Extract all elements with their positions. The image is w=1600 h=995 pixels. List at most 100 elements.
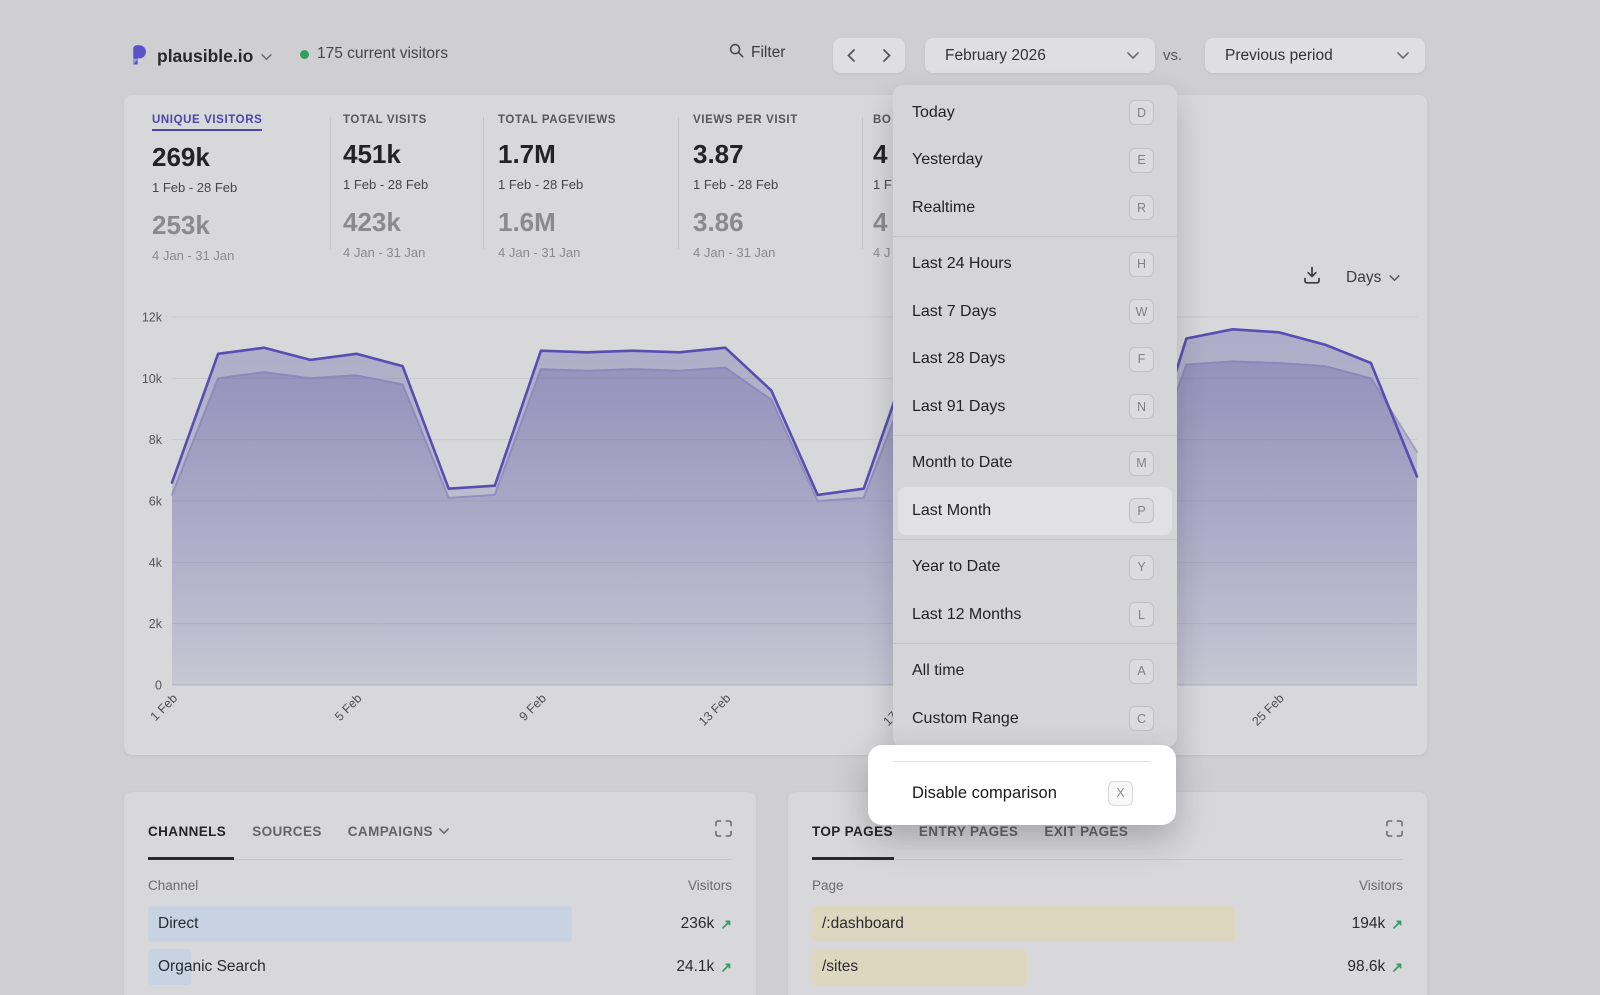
row-value-text: 24.1k — [676, 958, 714, 976]
shortcut-key-badge: A — [1129, 659, 1154, 684]
comparison-selector[interactable]: Previous period — [1205, 38, 1425, 73]
tab-sources[interactable]: SOURCES — [252, 824, 322, 839]
metric-period: 1 Feb - 28 Feb — [693, 177, 873, 192]
menu-item-label: Realtime — [912, 199, 975, 217]
metric-label: TOTAL PAGEVIEWS — [498, 114, 616, 126]
row-label: /:dashboard — [822, 906, 904, 942]
trend-up-icon: ↗ — [720, 916, 732, 933]
tab-top-pages[interactable]: TOP PAGES — [812, 824, 893, 839]
menu-item-last-month[interactable]: Last Month P — [898, 487, 1172, 535]
row-value-text: 194k — [1352, 915, 1386, 933]
date-range-selector[interactable]: February 2026 — [925, 38, 1155, 73]
menu-group: Year to Date Y Last 12 Months L — [893, 539, 1177, 643]
vs-label: vs. — [1163, 47, 1182, 64]
metric-views-per-visit[interactable]: VIEWS PER VISIT3.871 Feb - 28 Feb3.864 J… — [693, 110, 873, 260]
chevron-down-icon — [1127, 47, 1139, 65]
table-row-organic-search[interactable]: Organic Search24.1k↗ — [148, 949, 732, 985]
shortcut-key-badge: L — [1129, 602, 1154, 627]
metric-divider — [483, 117, 484, 249]
menu-item-label: Year to Date — [912, 558, 1000, 576]
shortcut-key-badge: Y — [1129, 555, 1154, 580]
menu-item-label: Last 28 Days — [912, 350, 1005, 368]
menu-item-last-7-days[interactable]: Last 7 DaysW — [893, 288, 1177, 336]
metric-period: 1 Feb - 28 Feb — [152, 180, 332, 195]
metric-total-pageviews[interactable]: TOTAL PAGEVIEWS1.7M1 Feb - 28 Feb1.6M4 J… — [498, 110, 678, 260]
active-tab-underline — [148, 857, 234, 860]
menu-item-custom-range[interactable]: Custom RangeC — [893, 695, 1177, 743]
menu-item-label: Last 24 Hours — [912, 255, 1012, 273]
expand-icon[interactable] — [1386, 820, 1403, 842]
disable-comparison-item[interactable]: Disable comparison X — [912, 761, 1133, 825]
menu-item-label: Today — [912, 104, 955, 122]
menu-item-last-12-months[interactable]: Last 12 Months L — [893, 591, 1177, 639]
tab-exit-pages[interactable]: EXIT PAGES — [1044, 824, 1128, 839]
disable-comparison-popup: Disable comparison X — [868, 745, 1176, 825]
pages-tabs: TOP PAGES ENTRY PAGES EXIT PAGES — [812, 824, 1128, 839]
menu-item-month-to-date[interactable]: Month to DateM — [893, 440, 1177, 488]
analytics-main-card: UNIQUE VISITORS269k1 Feb - 28 Feb253k4 J… — [124, 95, 1427, 755]
svg-text:25 Feb: 25 Feb — [1249, 691, 1286, 728]
download-icon[interactable] — [1302, 265, 1322, 290]
site-switcher[interactable]: plausible.io — [128, 42, 272, 71]
plausible-dashboard: { "topbar": { "site_name": "plausible.io… — [0, 0, 1600, 995]
table-row--dashboard[interactable]: /:dashboard 194k ↗ — [812, 906, 1403, 942]
shortcut-key-badge: N — [1129, 394, 1154, 419]
chevron-down-icon — [261, 48, 272, 66]
tab-entry-pages[interactable]: ENTRY PAGES — [919, 824, 1018, 839]
metric-total-visits[interactable]: TOTAL VISITS451k1 Feb - 28 Feb423k4 Jan … — [343, 110, 523, 260]
disable-comparison-label: Disable comparison — [912, 784, 1057, 803]
shortcut-key-badge: X — [1108, 781, 1133, 806]
svg-text:2k: 2k — [149, 617, 163, 631]
menu-item-realtime[interactable]: Realtime R — [893, 184, 1177, 232]
metric-prev-value: 423k — [343, 207, 523, 238]
table-row-direct[interactable]: Direct236k↗ — [148, 906, 732, 942]
metric-value: 451k — [343, 139, 523, 170]
metric-label: VIEWS PER VISIT — [693, 114, 798, 126]
metric-prev-period: 4 Jan - 31 Jan — [343, 245, 523, 260]
comparison-label: Previous period — [1225, 47, 1333, 65]
menu-item-last-91-days[interactable]: Last 91 DaysN — [893, 383, 1177, 431]
menu-item-today[interactable]: TodayD — [893, 89, 1177, 137]
tabs-divider — [812, 859, 1403, 860]
row-label: /sites — [822, 949, 858, 985]
channels-table-header: Channel Visitors — [148, 878, 732, 893]
tabs-divider — [148, 859, 732, 860]
trend-up-icon: ↗ — [1391, 916, 1403, 933]
trend-up-icon: ↗ — [720, 959, 732, 976]
row-value: 194k ↗ — [1352, 906, 1403, 942]
menu-item-year-to-date[interactable]: Year to Date Y — [893, 544, 1177, 592]
channels-card: CHANNELS SOURCES CAMPAIGNS Channel Visit… — [124, 792, 756, 995]
svg-text:12k: 12k — [142, 311, 163, 325]
menu-group: TodayDYesterdayE Realtime R — [893, 85, 1177, 236]
metric-unique-visitors[interactable]: UNIQUE VISITORS269k1 Feb - 28 Feb253k4 J… — [152, 110, 332, 263]
tab-campaigns[interactable]: CAMPAIGNS — [348, 824, 449, 839]
metric-divider — [862, 117, 863, 249]
chevron-down-icon — [1389, 269, 1400, 287]
current-visitors[interactable]: 175 current visitors — [300, 45, 448, 63]
channels-tabs: CHANNELS SOURCES CAMPAIGNS — [148, 824, 449, 839]
svg-text:1 Feb: 1 Feb — [148, 691, 181, 724]
svg-text:4k: 4k — [149, 556, 163, 570]
metric-prev-period: 4 Jan - 31 Jan — [498, 245, 678, 260]
menu-item-label: Last 12 Months — [912, 606, 1021, 624]
date-range-menu: TodayDYesterdayERealtimeRLast 24 HoursHL… — [893, 85, 1177, 747]
shortcut-key-badge: P — [1129, 498, 1154, 523]
tab-channels[interactable]: CHANNELS — [148, 824, 226, 839]
svg-text:6k: 6k — [149, 495, 163, 509]
filter-button[interactable]: Filter — [729, 43, 785, 63]
channels-table-rows: Direct236k↗Organic Search24.1k↗ — [148, 906, 732, 992]
row-value-text: 98.6k — [1347, 958, 1385, 976]
shortcut-key-badge: M — [1129, 451, 1154, 476]
menu-item-label: Last Month — [912, 502, 991, 520]
menu-item-last-28-days[interactable]: Last 28 DaysF — [893, 336, 1177, 384]
next-period-arrow[interactable] — [872, 38, 902, 73]
table-row--sites[interactable]: /sites98.6k↗ — [812, 949, 1403, 985]
shortcut-key-badge: R — [1129, 195, 1154, 220]
expand-icon[interactable] — [715, 820, 732, 842]
prev-period-arrow[interactable] — [836, 38, 866, 73]
interval-selector[interactable]: Days — [1346, 269, 1400, 287]
menu-item-last-24-hours[interactable]: Last 24 HoursH — [893, 241, 1177, 289]
menu-item-yesterday[interactable]: YesterdayE — [893, 137, 1177, 185]
row-value-text: 236k — [681, 915, 715, 933]
menu-item-all-time[interactable]: All timeA — [893, 648, 1177, 696]
